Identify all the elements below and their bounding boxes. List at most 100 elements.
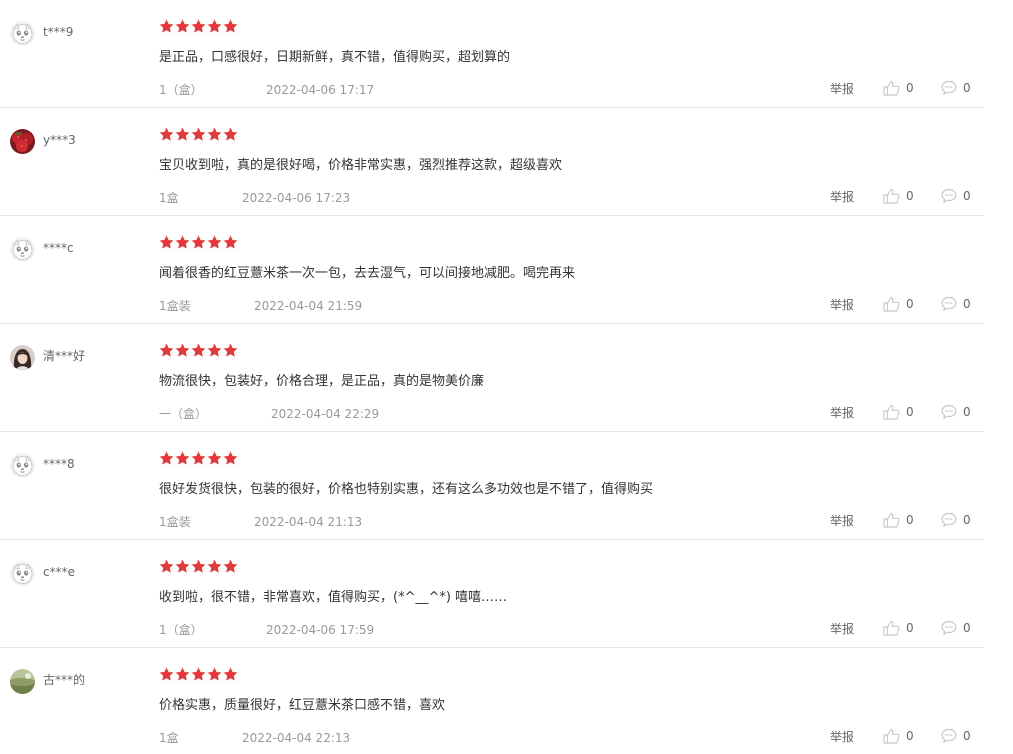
like-count: 0 [906,729,914,743]
reply-button[interactable]: 0 [941,294,971,314]
like-button[interactable]: 0 [883,726,914,746]
star-icon [175,559,190,573]
username: 古***的 [43,673,86,687]
report-button[interactable]: 举报 [830,730,854,744]
review-item: ****c 闻着很香的红豆薏米茶一次一包，去去湿气，可以间接地减肥。喝完再来 1… [0,216,984,324]
star-icon [191,559,206,573]
comment-bubble-icon [941,728,957,743]
reply-button[interactable]: 0 [941,510,971,530]
reply-count: 0 [963,189,971,203]
review-item: y***3 宝贝收到啦，真的是很好喝，价格非常实惠，强烈推荐这款，超级喜欢 1盒… [0,108,984,216]
star-icon [159,235,174,249]
star-icon [223,559,238,573]
thumbs-up-icon [883,728,900,744]
comment-bubble-icon [941,620,957,635]
star-icon [159,667,174,681]
girl-photo-avatar[interactable] [10,345,35,370]
default-avatar[interactable] [10,561,35,586]
star-icon [207,19,222,33]
review-text: 是正品，口感很好，日期新鲜，真不错，值得购买，超划算的 [159,50,511,65]
report-button[interactable]: 举报 [830,406,854,420]
review-date: 2022-04-06 17:23 [242,191,351,205]
reply-count: 0 [963,81,971,95]
report-button[interactable]: 举报 [830,82,854,96]
star-icon [191,19,206,33]
review-list: t***9 是正品，口感很好，日期新鲜，真不错，值得购买，超划算的 1（盒） 2… [0,0,1013,754]
strawberry-photo-avatar[interactable] [10,129,35,154]
username: t***9 [43,25,74,39]
like-button[interactable]: 0 [883,618,914,638]
default-avatar[interactable] [10,21,35,46]
reply-button[interactable]: 0 [941,618,971,638]
star-icon [175,667,190,681]
star-icon [159,559,174,573]
star-icon [159,127,174,141]
reply-count: 0 [963,405,971,419]
star-icon [175,235,190,249]
star-icon [159,19,174,33]
star-rating [159,19,238,35]
report-button[interactable]: 举报 [830,622,854,636]
star-icon [223,343,238,357]
comment-bubble-icon [941,512,957,527]
star-icon [191,235,206,249]
review-date: 2022-04-06 17:17 [266,83,375,97]
reply-count: 0 [963,621,971,635]
star-rating [159,127,238,143]
star-icon [175,127,190,141]
like-button[interactable]: 0 [883,186,914,206]
star-icon [175,451,190,465]
star-icon [159,451,174,465]
product-spec: 1盒装 [159,515,191,529]
star-icon [175,19,190,33]
username: c***e [43,565,75,579]
landscape-photo-avatar[interactable] [10,669,35,694]
like-button[interactable]: 0 [883,510,914,530]
like-count: 0 [906,621,914,635]
product-spec: 1盒 [159,731,179,745]
review-date: 2022-04-04 22:13 [242,731,351,745]
star-icon [223,19,238,33]
comment-bubble-icon [941,80,957,95]
thumbs-up-icon [883,620,900,636]
like-button[interactable]: 0 [883,78,914,98]
thumbs-up-icon [883,188,900,204]
reply-button[interactable]: 0 [941,726,971,746]
review-text: 物流很快，包装好，价格合理，是正品，真的是物美价廉 [159,374,485,389]
star-icon [191,451,206,465]
like-button[interactable]: 0 [883,294,914,314]
report-button[interactable]: 举报 [830,190,854,204]
reply-button[interactable]: 0 [941,78,971,98]
review-item: 清***好 物流很快，包装好，价格合理，是正品，真的是物美价廉 一（盒） 202… [0,324,984,432]
default-avatar[interactable] [10,237,35,262]
star-icon [223,451,238,465]
star-rating [159,667,238,683]
review-text: 闻着很香的红豆薏米茶一次一包，去去湿气，可以间接地减肥。喝完再来 [159,266,576,281]
star-rating [159,559,238,575]
username: y***3 [43,133,76,147]
product-spec: 1（盒） [159,623,203,637]
review-date: 2022-04-04 21:59 [254,299,363,313]
review-date: 2022-04-06 17:59 [266,623,375,637]
review-text: 宝贝收到啦，真的是很好喝，价格非常实惠，强烈推荐这款，超级喜欢 [159,158,563,173]
username: 清***好 [43,349,86,363]
reply-button[interactable]: 0 [941,402,971,422]
star-icon [207,127,222,141]
report-button[interactable]: 举报 [830,514,854,528]
like-button[interactable]: 0 [883,402,914,422]
default-avatar[interactable] [10,453,35,478]
product-spec: 一（盒） [159,407,208,421]
product-spec: 1盒装 [159,299,191,313]
comment-bubble-icon [941,296,957,311]
review-item: 古***的 价格实惠，质量很好，红豆薏米茶口感不错，喜欢 1盒 2022-04-… [0,648,984,754]
report-button[interactable]: 举报 [830,298,854,312]
thumbs-up-icon [883,512,900,528]
star-icon [207,667,222,681]
review-date: 2022-04-04 22:29 [271,407,380,421]
like-count: 0 [906,297,914,311]
star-rating [159,235,238,251]
product-spec: 1（盒） [159,83,203,97]
reply-button[interactable]: 0 [941,186,971,206]
star-icon [207,343,222,357]
review-date: 2022-04-04 21:13 [254,515,363,529]
